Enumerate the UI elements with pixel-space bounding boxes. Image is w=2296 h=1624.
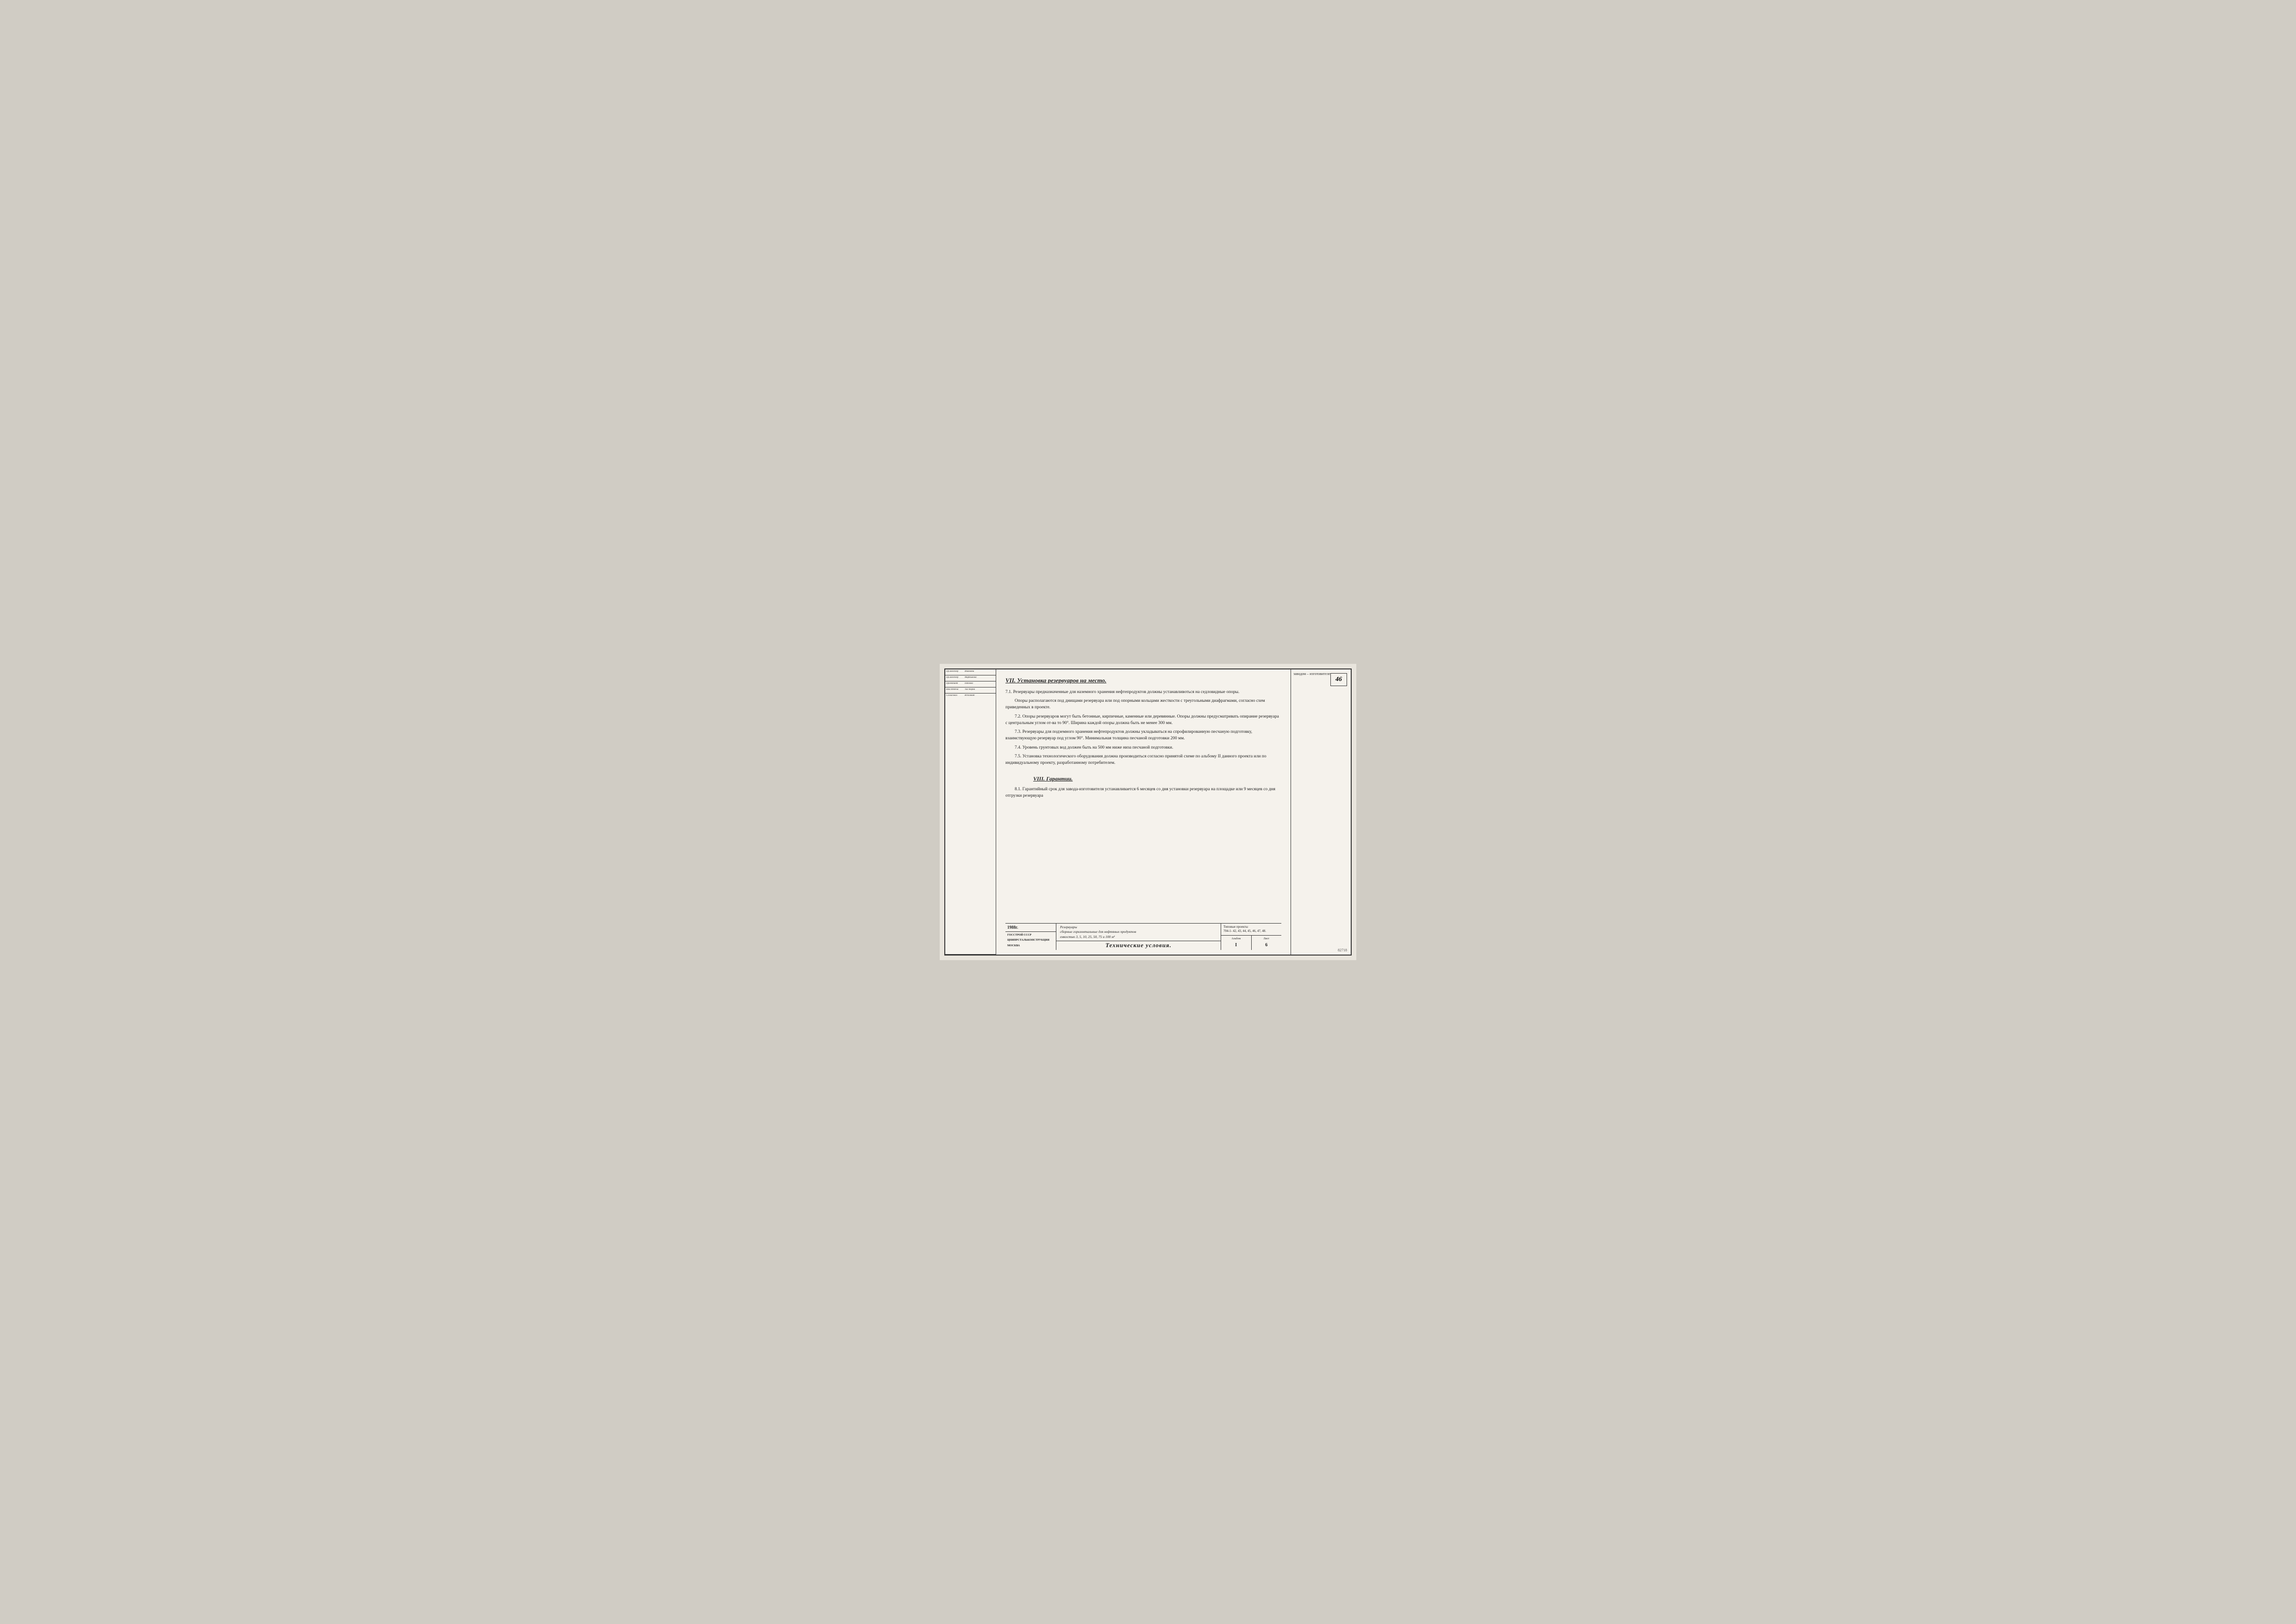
list-value: 6 xyxy=(1265,942,1267,949)
para-7-2: 7.2. Опоры резервуаров могут быть бетонн… xyxy=(1005,713,1281,727)
para-7-4: 7.4. Уровень грунтовых вод должен быть н… xyxy=(1005,744,1281,751)
bottom-right: Типовые проекты 704-1- 42, 43, 44, 45, 4… xyxy=(1221,924,1281,950)
left-sidebar: Пр.инженер Ивановна Пр.инженер Мартынова… xyxy=(945,669,996,955)
role-4: Нач.Отдела xyxy=(946,688,964,692)
bottom-right-cells: Альбом I Лист 6 xyxy=(1221,936,1281,950)
bottom-block: 1988г. ГОССТРОЙ СССР ЦНИПРСТАЛЬКОНСТРУКЦ… xyxy=(1005,923,1281,950)
right-column: заводом – изготовителем. xyxy=(1291,669,1351,955)
name-5: Исполнит xyxy=(965,694,995,697)
para-7-5: 7.5. Установка технологического оборудов… xyxy=(1005,753,1281,767)
role-5: Согласовал xyxy=(946,694,964,697)
corner-box: 46 xyxy=(1330,673,1347,686)
bottom-center-title: Технические условия. xyxy=(1056,941,1221,950)
name-3: Паблова xyxy=(965,682,995,686)
bottom-year: 1988г. xyxy=(1005,924,1056,932)
name-1: Ивановна xyxy=(965,670,995,674)
page-wrapper: 46 Пр.инженер Ивановна Пр.инженер Мартын… xyxy=(940,664,1356,960)
bottom-org: ГОССТРОЙ СССР ЦНИПРСТАЛЬКОНСТРУКЦИЯ МОСК… xyxy=(1005,932,1056,950)
right-top-text: заводом – изготовителем. xyxy=(1291,669,1351,955)
list-cell: Лист 6 xyxy=(1252,936,1282,950)
bottom-left: 1988г. ГОССТРОЙ СССР ЦНИПРСТАЛЬКОНСТРУКЦ… xyxy=(1005,924,1056,950)
bottom-right-label: Типовые проекты 704-1- 42, 43, 44, 45, 4… xyxy=(1221,924,1281,936)
bottom-product: Резервуары сборные горизонтальные для не… xyxy=(1056,924,1221,942)
para-7-1b: Опоры располагаются под днищами резервуа… xyxy=(1005,698,1281,711)
section8-title: VIII. Гарантии. xyxy=(1005,775,1281,783)
para-8-1: 8.1. Гарантийный срок для завода-изготов… xyxy=(1005,786,1281,800)
section7-title: VII. Установка резервуаров на место. xyxy=(1005,676,1281,685)
album-value: I xyxy=(1235,942,1237,949)
role-1: Пр.инженер xyxy=(946,670,964,674)
album-label: Альбом xyxy=(1231,937,1241,941)
name-2: Мартынова xyxy=(965,676,995,680)
corner-number: 46 xyxy=(1335,676,1342,683)
drawing-border: 46 Пр.инженер Ивановна Пр.инженер Мартын… xyxy=(944,668,1352,956)
doc-number: 82718 xyxy=(1338,948,1347,952)
role-2: Пр.инженер xyxy=(946,676,964,680)
role-3: Проектант xyxy=(946,682,964,686)
name-4: Тил Норна xyxy=(965,688,995,692)
para-7-3: 7.3. Резервуары для подземного хранения … xyxy=(1005,729,1281,742)
album-cell: Альбом I xyxy=(1221,936,1252,950)
para-7-1: 7.1. Резервуары предназначенные для назе… xyxy=(1005,689,1281,695)
list-label: Лист xyxy=(1263,937,1269,941)
main-content: VII. Установка резервуаров на место. 7.1… xyxy=(996,669,1291,955)
bottom-center: Резервуары сборные горизонтальные для не… xyxy=(1056,924,1221,950)
right-header-text: заводом – изготовителем. xyxy=(1293,672,1334,676)
